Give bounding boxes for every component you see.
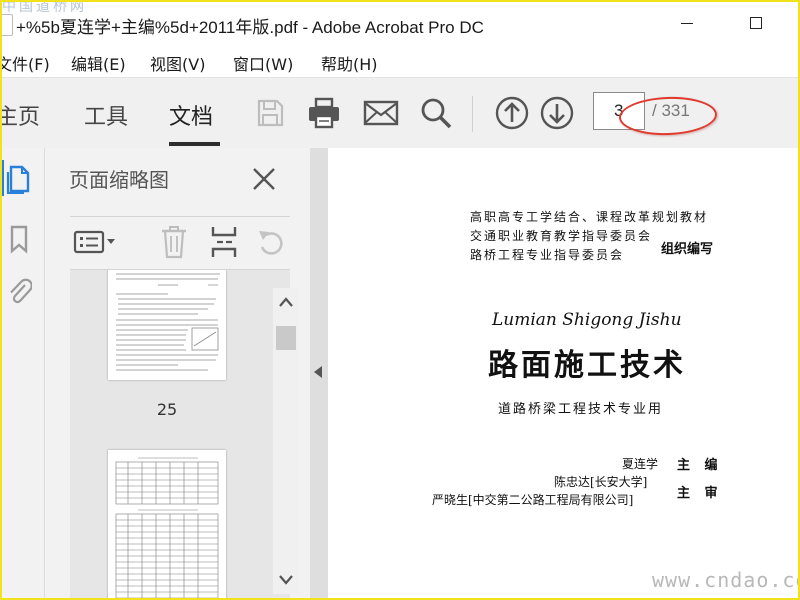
reviewer-name: 陈忠达[长安大学] — [554, 475, 648, 489]
org-line: 交通职业教育教学指导委员会 — [470, 229, 653, 243]
attachment-icon[interactable] — [6, 276, 33, 306]
tab-document[interactable]: 文档 — [169, 99, 213, 131]
chevron-up-icon[interactable] — [278, 294, 294, 308]
page-thumbnails-icon[interactable] — [6, 164, 32, 195]
rail-active-indicator — [0, 160, 4, 196]
window-title: +%5b夏连学+主编%5d+2011年版.pdf - Adobe Acrobat… — [16, 18, 484, 37]
page-thumbnail[interactable] — [108, 450, 226, 600]
org-line: 路桥工程专业指导委员会 — [470, 248, 625, 262]
scrollbar-thumb[interactable] — [276, 326, 296, 350]
tab-tools[interactable]: 工具 — [84, 99, 128, 131]
maximize-icon — [750, 17, 762, 29]
acrobat-document-icon — [0, 14, 13, 36]
book-title: 路面施工技术 — [488, 348, 686, 383]
page-up-icon[interactable] — [494, 95, 530, 131]
page-down-icon[interactable] — [539, 95, 575, 131]
bookmark-icon[interactable] — [6, 224, 32, 254]
save-icon[interactable] — [252, 95, 288, 131]
options-menu-icon[interactable] — [72, 225, 118, 259]
thumbnail-page-number: 25 — [156, 400, 178, 419]
page-thumbnail[interactable] — [108, 270, 226, 380]
reviewer-name: 严晓生[中交第二公路工程局有限公司] — [432, 493, 634, 507]
maximize-button[interactable] — [741, 10, 771, 36]
menu-window[interactable]: 窗口(W) — [233, 51, 293, 75]
menu-file[interactable]: 文件(F) — [0, 51, 50, 75]
editor-role: 主 编 — [677, 458, 723, 473]
pinyin-title: Lumian Shigong Jishu — [492, 310, 682, 330]
collapse-left-icon[interactable] — [314, 366, 322, 378]
menu-view[interactable]: 视图(V) — [150, 51, 205, 75]
thumbnail-scrollbar[interactable] — [273, 288, 299, 594]
org-line: 高职高专工学结合、课程改革规划教材 — [470, 210, 709, 224]
menu-edit[interactable]: 编辑(E) — [71, 51, 126, 75]
email-icon[interactable] — [363, 95, 399, 131]
tab-home[interactable]: 主页 — [0, 99, 40, 131]
chevron-down-icon[interactable] — [278, 572, 294, 586]
close-icon[interactable] — [251, 166, 277, 192]
title-bar: +%5b夏连学+主编%5d+2011年版.pdf - Adobe Acrobat… — [0, 0, 800, 46]
editor-name: 夏连学 — [622, 457, 659, 471]
book-subtitle: 道路桥梁工程技术专业用 — [498, 402, 664, 417]
watermark-top-left: 中国道桥网 — [2, 0, 87, 15]
undo-icon[interactable] — [253, 225, 289, 259]
thumbnail-list[interactable]: 25 — [70, 270, 290, 600]
org-role: 组织编写 — [661, 242, 714, 257]
panel-toolbar — [70, 216, 290, 270]
insert-pages-icon[interactable] — [204, 225, 244, 259]
toolbar-separator — [472, 96, 473, 132]
search-icon[interactable] — [418, 95, 454, 131]
reviewer-role: 主 审 — [677, 486, 723, 501]
panel-collapse-handle[interactable] — [310, 148, 328, 600]
minimize-button[interactable] — [672, 10, 702, 36]
navigation-rail — [0, 148, 45, 600]
active-tab-indicator — [169, 142, 220, 146]
panel-title: 页面缩略图 — [69, 168, 169, 192]
document-page: 高职高专工学结合、课程改革规划教材 交通职业教育教学指导委员会 路桥工程专业指导… — [328, 148, 800, 600]
delete-icon[interactable] — [154, 225, 194, 259]
page-thumbnails-panel: 页面缩略图 25 — [45, 148, 310, 600]
menu-help[interactable]: 帮助(H) — [321, 51, 378, 75]
print-icon[interactable] — [306, 95, 342, 131]
minimize-icon — [681, 22, 693, 24]
watermark-bottom-right: www.cndao.com — [652, 568, 800, 592]
menu-bar: 文件(F) 编辑(E) 视图(V) 窗口(W) 帮助(H) — [0, 46, 800, 76]
